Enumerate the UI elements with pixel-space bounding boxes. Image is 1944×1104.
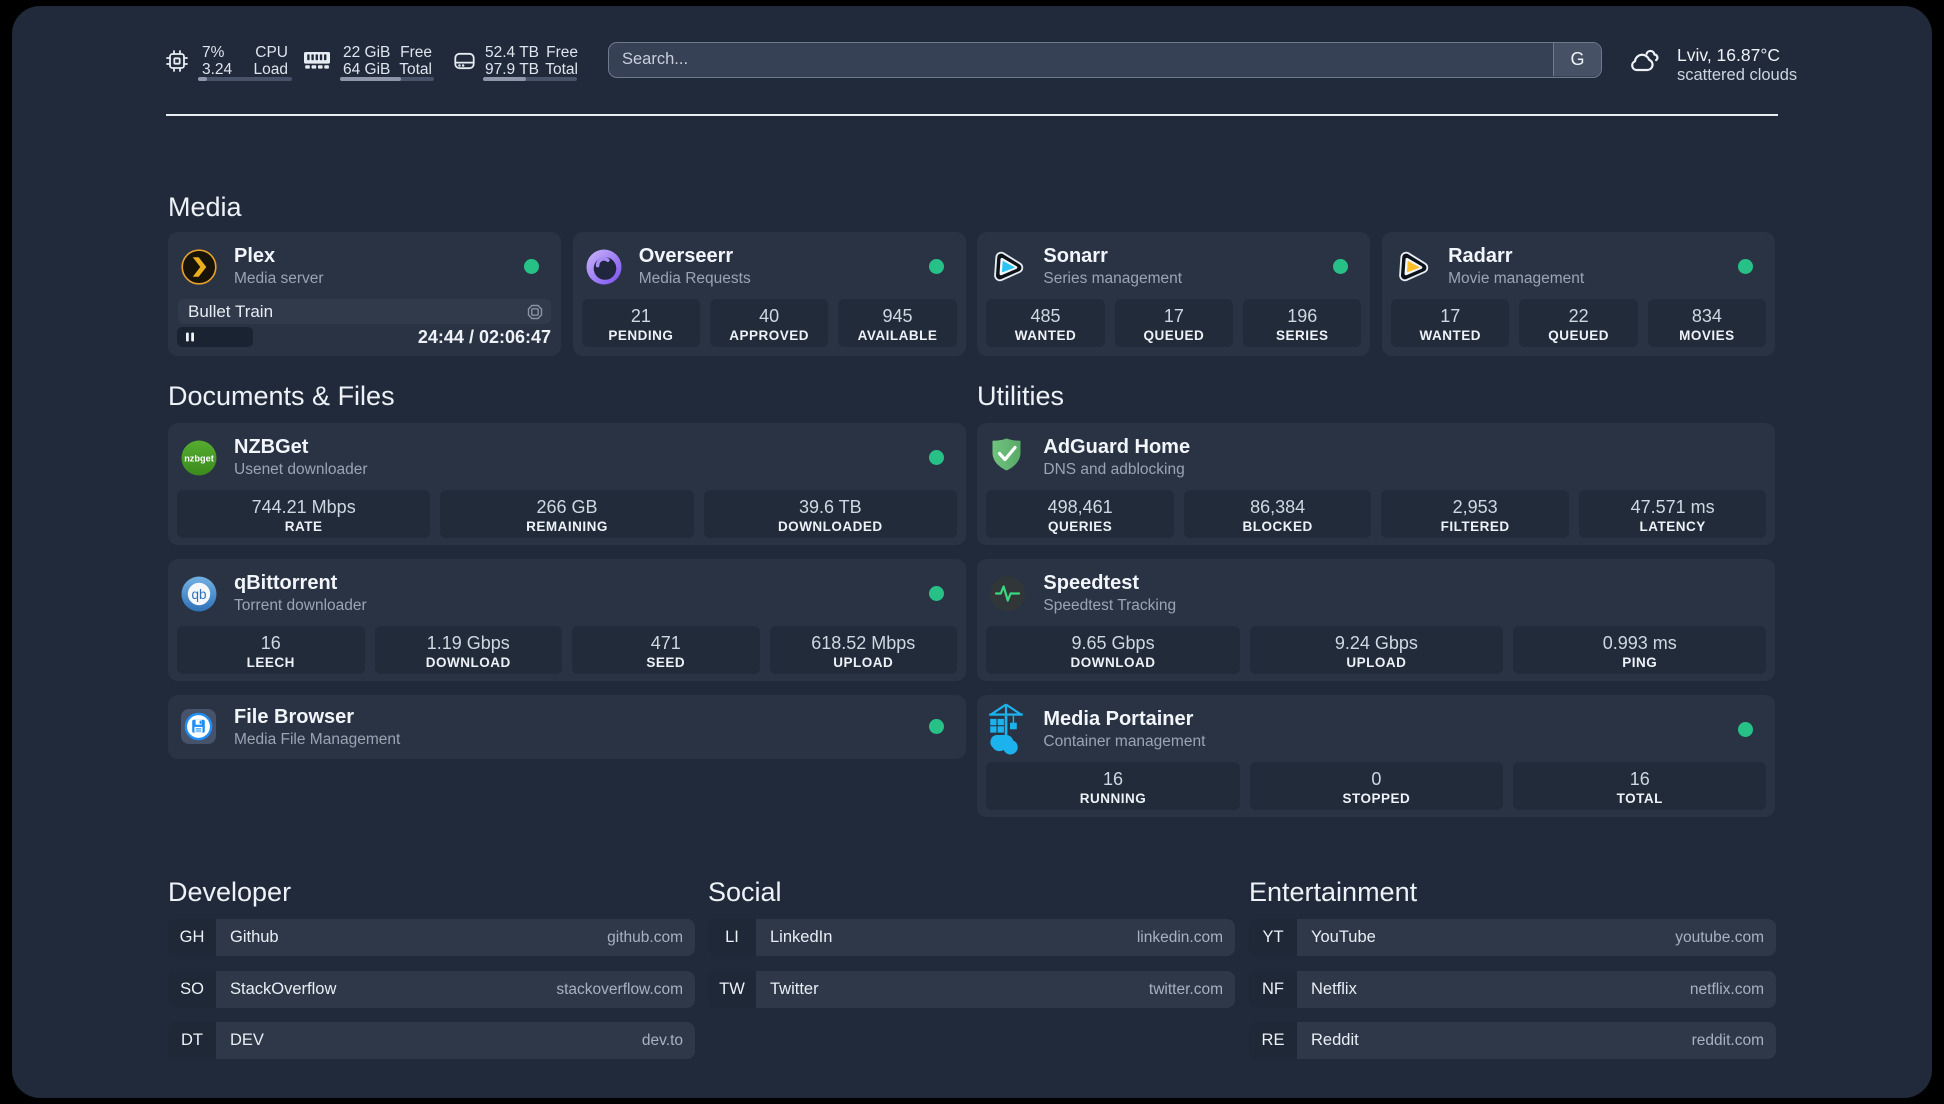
svg-text:qb: qb <box>191 587 206 602</box>
svg-text:nzbget: nzbget <box>184 454 214 464</box>
